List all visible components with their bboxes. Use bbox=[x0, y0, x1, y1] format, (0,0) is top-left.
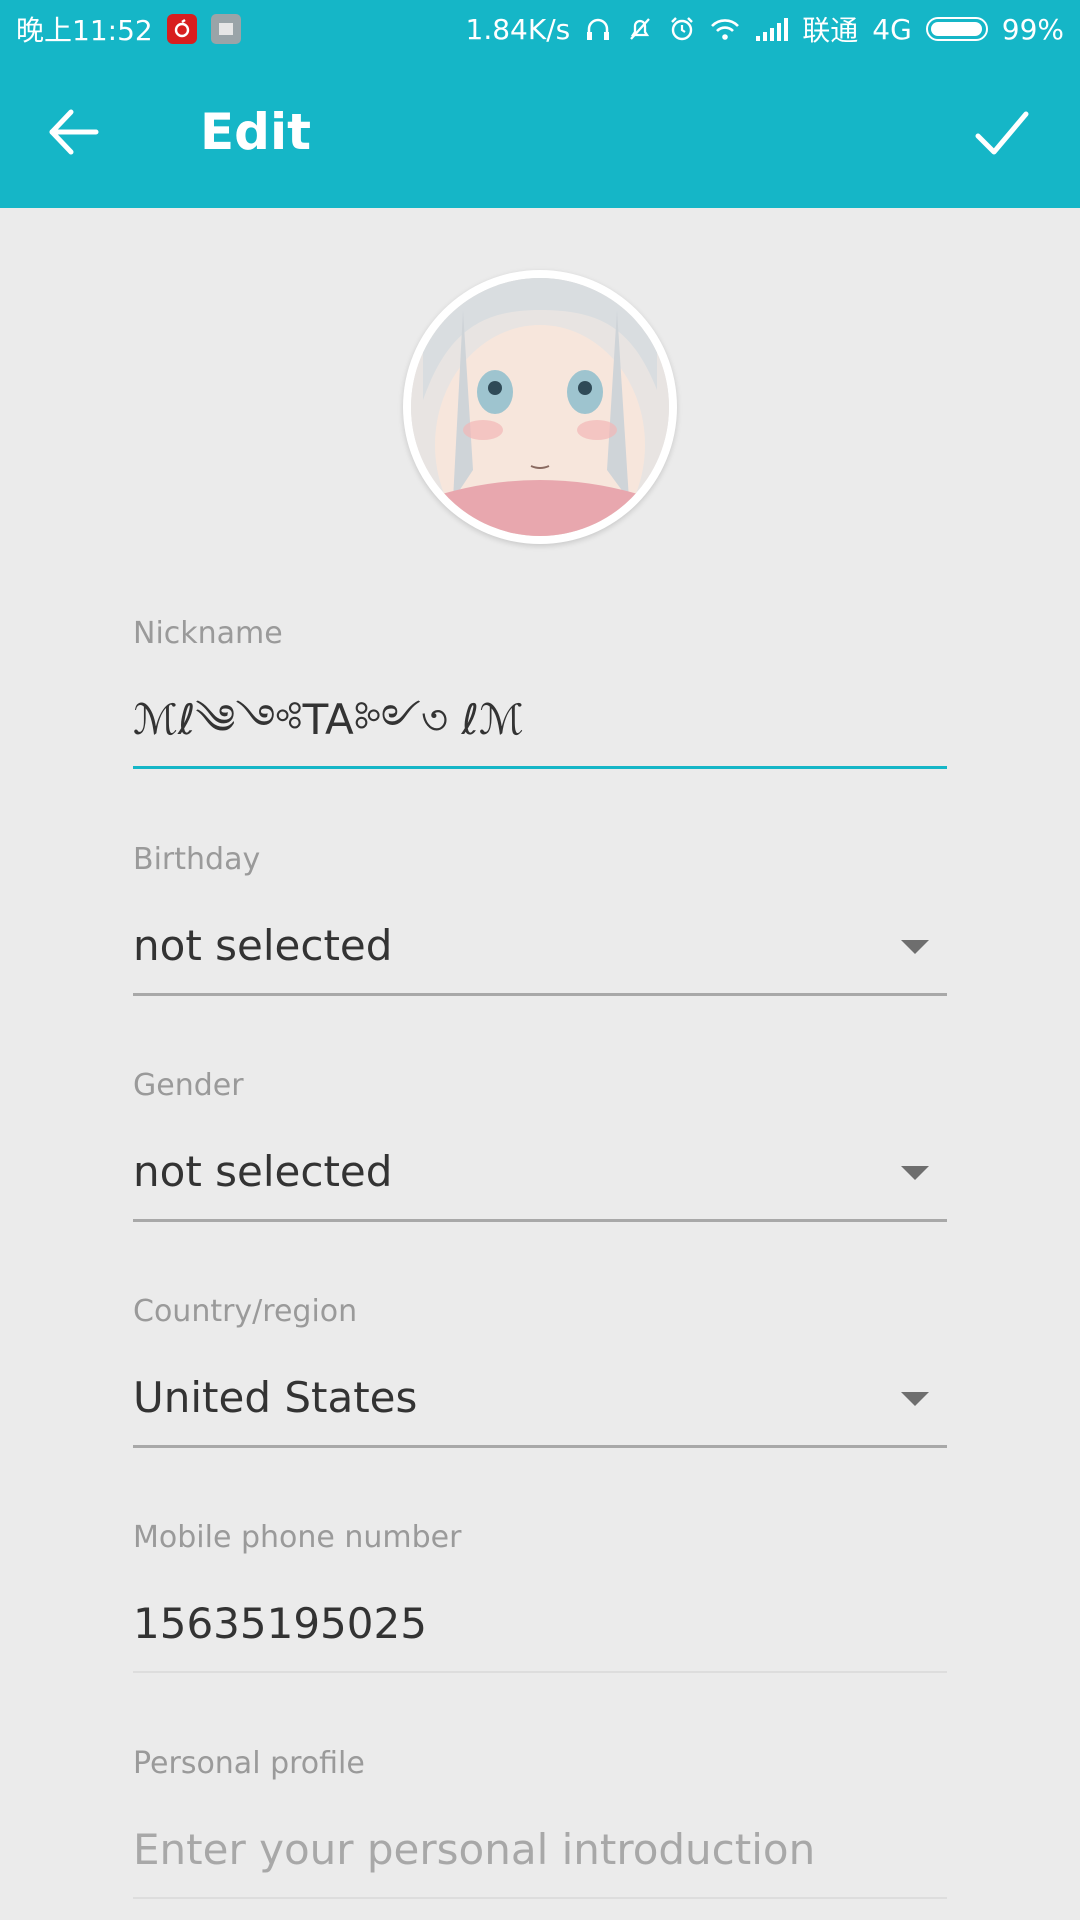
gender-underline bbox=[133, 1219, 947, 1222]
phone-label: Mobile phone number bbox=[133, 1520, 462, 1555]
status-time: 晚上11:52 bbox=[16, 14, 153, 47]
page-title: Edit bbox=[200, 103, 311, 161]
phone-field: Mobile phone number 15635195025 bbox=[133, 1518, 947, 1673]
silent-icon bbox=[626, 15, 654, 43]
phone-value: 15635195025 bbox=[133, 1599, 427, 1648]
headphone-icon bbox=[584, 15, 612, 43]
nickname-label: Nickname bbox=[133, 616, 283, 651]
birthday-label: Birthday bbox=[133, 842, 261, 877]
status-bar-right: 1.84K/s 联通 4G 99% bbox=[466, 9, 1065, 49]
battery-icon bbox=[925, 17, 988, 41]
signal-icon bbox=[754, 16, 789, 42]
network-type: 4G bbox=[872, 12, 912, 46]
country-label: Country/region bbox=[133, 1294, 358, 1329]
birthday-select[interactable]: not selected bbox=[133, 916, 947, 976]
carrier-name: 联通 bbox=[802, 14, 859, 47]
check-icon[interactable] bbox=[970, 102, 1034, 166]
wifi-icon bbox=[710, 16, 740, 42]
nickname-field: Nickname ℳℓ༄༺TA༻৩ ℓℳ bbox=[133, 614, 947, 769]
gender-field[interactable]: Gender not selected bbox=[133, 1066, 947, 1222]
profile-field: Personal profile Enter your personal int… bbox=[133, 1744, 947, 1899]
battery-percent: 99% bbox=[1001, 12, 1064, 46]
chevron-down-icon[interactable] bbox=[901, 940, 929, 954]
country-field[interactable]: Country/region United States bbox=[133, 1292, 947, 1448]
status-bar: 晚上11:52 1.84K/s 联通 4G 99% bbox=[0, 0, 1080, 58]
birthday-underline bbox=[133, 993, 947, 996]
status-bar-left: 晚上11:52 bbox=[16, 9, 255, 49]
avatar[interactable] bbox=[403, 270, 677, 544]
phone-underline bbox=[133, 1671, 947, 1673]
birthday-field[interactable]: Birthday not selected bbox=[133, 840, 947, 996]
country-underline bbox=[133, 1445, 947, 1448]
profile-underline bbox=[133, 1897, 947, 1899]
notification-icon bbox=[210, 14, 241, 44]
profile-input[interactable]: Enter your personal introduction bbox=[133, 1820, 947, 1880]
nickname-input[interactable]: ℳℓ༄༺TA༻৩ ℓℳ bbox=[133, 690, 947, 750]
alarm-icon bbox=[668, 15, 696, 43]
chevron-down-icon[interactable] bbox=[901, 1166, 929, 1180]
profile-label: Personal profile bbox=[133, 1746, 365, 1781]
chevron-down-icon[interactable] bbox=[901, 1392, 929, 1406]
app-bar: Edit bbox=[0, 58, 1080, 208]
nickname-underline bbox=[133, 766, 947, 769]
netease-music-icon bbox=[166, 14, 197, 44]
network-speed: 1.84K/s bbox=[465, 12, 571, 46]
country-select[interactable]: United States bbox=[133, 1368, 947, 1428]
gender-select[interactable]: not selected bbox=[133, 1142, 947, 1202]
avatar-image bbox=[411, 278, 669, 536]
gender-label: Gender bbox=[133, 1068, 244, 1103]
arrow-back-icon[interactable] bbox=[44, 102, 104, 162]
